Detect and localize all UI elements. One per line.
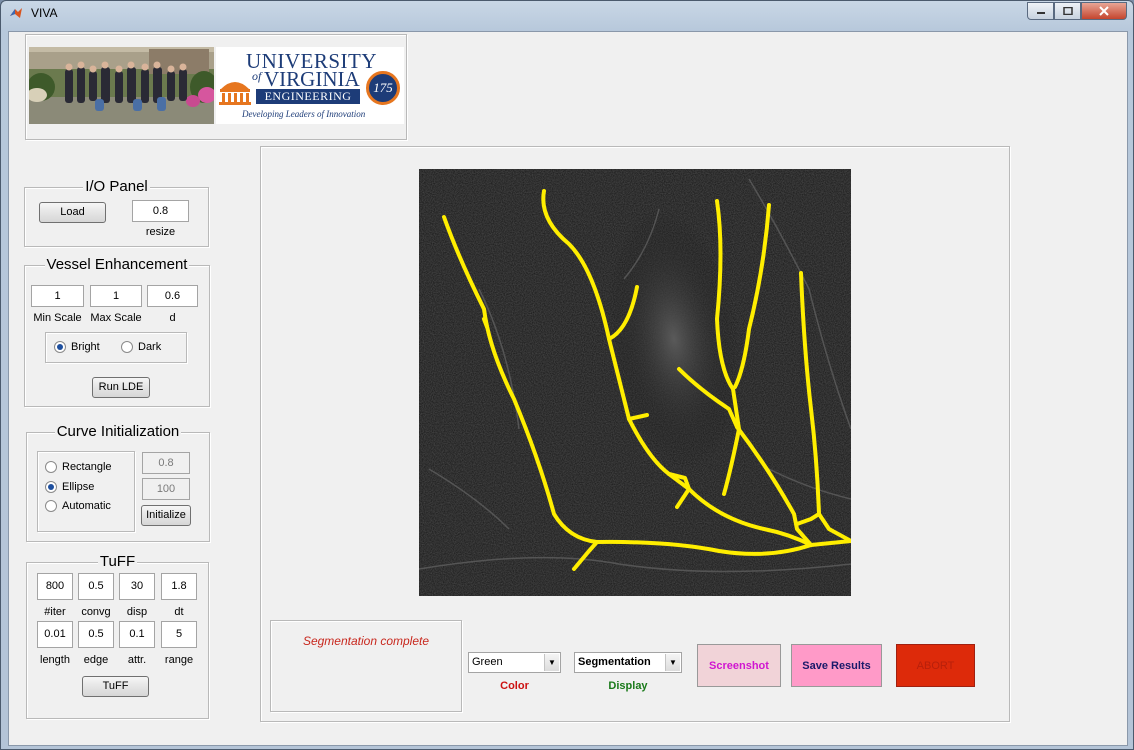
iter-input[interactable]: 800: [37, 573, 73, 600]
vessel-enhancement-panel: Vessel Enhancement 1 1 0.6 Min Scale Max…: [24, 256, 210, 407]
logo-engineering-banner: ENGINEERING: [256, 89, 360, 104]
save-results-button[interactable]: Save Results: [791, 644, 882, 687]
chevron-down-icon[interactable]: ▼: [665, 654, 680, 671]
status-message: Segmentation complete: [302, 634, 430, 648]
curve-initialization-title: Curve Initialization: [54, 423, 182, 440]
ellipse-radio[interactable]: [45, 481, 57, 493]
display-label: Display: [608, 680, 648, 692]
tuff-panel: TuFF 800 0.5 30 1.8 #iter convg disp dt …: [26, 553, 209, 719]
disp-label: disp: [126, 606, 148, 618]
rotunda-icon: [219, 82, 251, 105]
color-label: Color: [500, 680, 529, 692]
display-select-value: Segmentation: [578, 656, 651, 668]
abort-button[interactable]: ABORT: [896, 644, 975, 687]
resize-label: resize: [145, 226, 176, 238]
automatic-option[interactable]: Automatic: [45, 500, 111, 512]
chevron-down-icon[interactable]: ▼: [544, 654, 559, 671]
matlab-icon: [10, 8, 22, 18]
curve-shape-group: Rectangle Ellipse Automatic: [37, 451, 135, 532]
logo-tagline: Developing Leaders of Innovation: [242, 109, 366, 119]
attr-input[interactable]: 0.1: [119, 621, 155, 648]
tuff-run-button[interactable]: TuFF: [82, 676, 149, 697]
disp-input[interactable]: 30: [119, 573, 155, 600]
minimize-icon: [1036, 12, 1045, 14]
range-input[interactable]: 5: [161, 621, 197, 648]
status-panel: Segmentation complete: [270, 620, 462, 712]
attr-label: attr.: [127, 654, 147, 666]
edge-label: edge: [83, 654, 109, 666]
automatic-label: Automatic: [62, 500, 111, 512]
segmentation-image[interactable]: [419, 169, 851, 596]
iter-label: #iter: [44, 606, 66, 618]
max-scale-label: Max Scale: [90, 312, 142, 324]
uva-engineering-logo: UNIVERSITY of VIRGINIA ENGINEERING 175 D…: [216, 47, 404, 124]
load-button[interactable]: Load: [39, 202, 106, 223]
color-select[interactable]: Green ▼: [468, 652, 561, 673]
maximize-icon: [1062, 7, 1073, 15]
run-lde-button[interactable]: Run LDE: [92, 377, 150, 398]
rectangle-option[interactable]: Rectangle: [45, 461, 112, 473]
length-input[interactable]: 0.01: [37, 621, 73, 648]
dark-option[interactable]: Dark: [121, 341, 161, 353]
screenshot-button[interactable]: Screenshot: [697, 644, 781, 687]
rectangle-label: Rectangle: [62, 461, 112, 473]
resize-input[interactable]: 0.8: [132, 200, 189, 222]
dark-radio[interactable]: [121, 341, 133, 353]
polarity-group: Bright Dark: [45, 332, 187, 363]
ellipse-label: Ellipse: [62, 481, 95, 493]
d-label: d: [169, 312, 176, 324]
io-panel-title: I/O Panel: [83, 178, 150, 195]
color-select-value: Green: [472, 656, 503, 668]
minimize-button[interactable]: [1027, 2, 1054, 20]
dark-label: Dark: [138, 341, 162, 353]
initialize-button[interactable]: Initialize: [141, 505, 191, 526]
seal-number: 175: [373, 80, 393, 95]
convg-input[interactable]: 0.5: [78, 573, 114, 600]
length-label: length: [40, 654, 70, 666]
window-title: VIVA: [31, 6, 58, 20]
curve-initialization-panel: Curve Initialization Rectangle Ellipse A…: [26, 423, 210, 542]
min-scale-label: Min Scale: [33, 312, 82, 324]
header-panel: UNIVERSITY of VIRGINIA ENGINEERING 175 D…: [25, 34, 407, 140]
max-scale-input[interactable]: 1: [90, 285, 142, 307]
main-figure: UNIVERSITY of VIRGINIA ENGINEERING 175 D…: [8, 31, 1128, 746]
bright-radio[interactable]: [54, 341, 66, 353]
rectangle-radio[interactable]: [45, 461, 57, 473]
range-label: range: [164, 654, 194, 666]
d-input[interactable]: 0.6: [147, 285, 198, 307]
dt-input[interactable]: 1.8: [161, 573, 197, 600]
display-select[interactable]: Segmentation ▼: [574, 652, 682, 673]
close-icon: [1099, 6, 1109, 16]
window-controls: [1027, 2, 1127, 21]
display-panel: Segmentation complete Green ▼ Color Segm…: [260, 146, 1010, 722]
bright-label: Bright: [71, 341, 100, 353]
convg-label: convg: [81, 606, 111, 618]
vessel-enhancement-title: Vessel Enhancement: [44, 256, 190, 273]
ellipse-option[interactable]: Ellipse: [45, 481, 94, 493]
edge-input[interactable]: 0.5: [78, 621, 114, 648]
min-scale-input[interactable]: 1: [31, 285, 84, 307]
title-bar[interactable]: VIVA: [1, 1, 1133, 25]
bright-option[interactable]: Bright: [54, 341, 100, 353]
io-panel: I/O Panel Load 0.8 resize: [24, 178, 209, 247]
tuff-title: TuFF: [97, 553, 138, 570]
logo-of: of: [252, 69, 262, 83]
close-button[interactable]: [1081, 2, 1127, 20]
automatic-radio[interactable]: [45, 500, 57, 512]
maximize-button[interactable]: [1054, 2, 1081, 20]
app-window: VIVA UNIVERSITY of VIRGINIA ENGINEERING …: [0, 0, 1134, 750]
anniversary-seal: 175: [366, 71, 400, 105]
curve-param-1-input: 0.8: [142, 452, 190, 474]
group-photo: [29, 47, 214, 124]
curve-param-2-input: 100: [142, 478, 190, 500]
dt-label: dt: [174, 606, 184, 618]
